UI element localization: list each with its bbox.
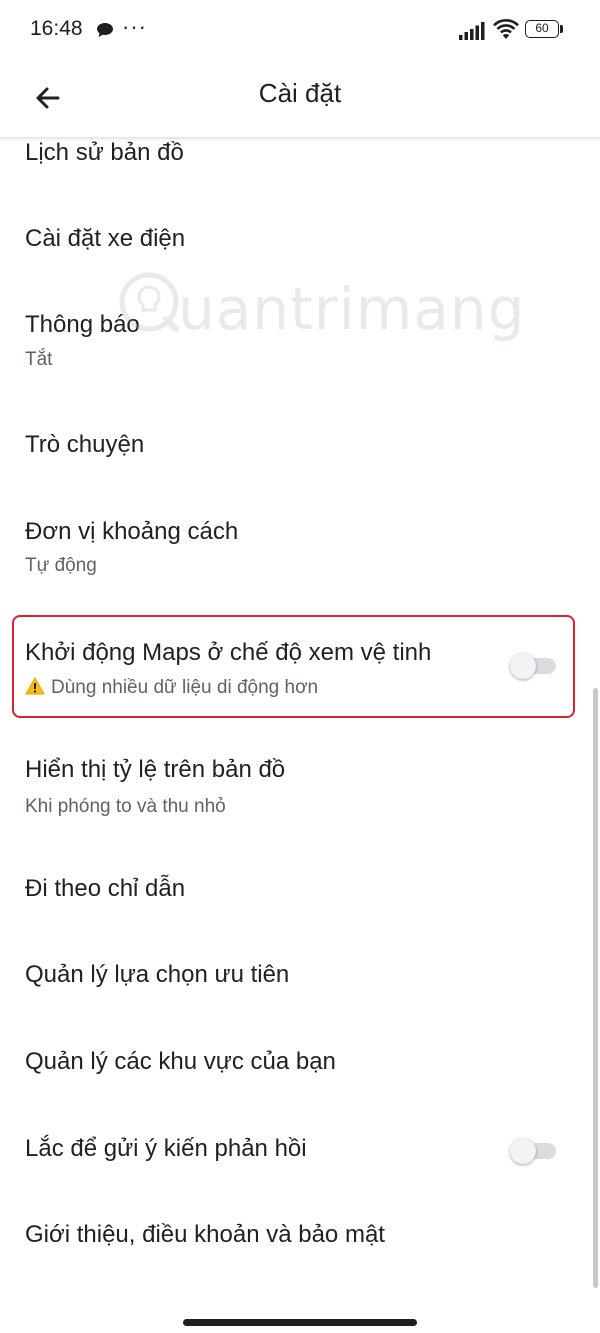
setting-title: Giới thiệu, điều khoản và bảo mật: [25, 1221, 385, 1248]
setting-shake-feedback[interactable]: Lắc để gửi ý kiến phản hồi: [0, 1117, 600, 1193]
toggle-thumb: [510, 1138, 536, 1164]
setting-manage-preferences[interactable]: Quản lý lựa chọn ưu tiên: [0, 943, 600, 1019]
status-time: 16:48: [30, 17, 83, 40]
status-bar: 16:48 ··· 60: [0, 0, 600, 60]
setting-title: Cài đặt xe điện: [25, 225, 186, 252]
home-indicator[interactable]: [183, 1319, 417, 1326]
setting-chat[interactable]: Trò chuyện: [0, 407, 600, 483]
shake-feedback-toggle[interactable]: [510, 1138, 558, 1164]
setting-subtitle: Khi phóng to và thu nhỏ: [25, 796, 226, 817]
setting-title: Quản lý lựa chọn ưu tiên: [25, 961, 290, 988]
setting-about[interactable]: Giới thiệu, điều khoản và bảo mật: [0, 1203, 600, 1279]
satellite-start-toggle[interactable]: [510, 653, 558, 679]
warning-icon: [25, 677, 45, 695]
battery-tip: [560, 25, 563, 33]
setting-title: Đơn vị khoảng cách: [25, 518, 239, 545]
setting-distance-units[interactable]: Đơn vị khoảng cách Tự động: [0, 493, 600, 593]
setting-show-scale[interactable]: Hiển thị tỷ lệ trên bản đồ Khi phóng to …: [0, 741, 600, 841]
more-notifications-indicator: ···: [122, 14, 147, 39]
app-bar: Cài đặt: [0, 60, 600, 137]
setting-title: Đi theo chỉ dẫn: [25, 875, 186, 902]
setting-subtitle: Dùng nhiều dữ liệu di động hơn: [51, 677, 319, 698]
battery-icon: 60: [525, 20, 559, 38]
setting-satellite-start[interactable]: Khởi động Maps ở chế độ xem vệ tinh Dùng…: [0, 617, 600, 715]
setting-subtitle: Tự động: [25, 555, 97, 576]
settings-list[interactable]: Lịch sử bản đồ Cài đặt xe điện Thông báo…: [0, 137, 600, 1333]
scrollbar[interactable]: [593, 688, 598, 1288]
setting-title: Khởi động Maps ở chế độ xem vệ tinh: [25, 639, 432, 666]
setting-ev-settings[interactable]: Cài đặt xe điện: [0, 197, 600, 283]
setting-notifications[interactable]: Thông báo Tắt: [0, 283, 600, 383]
wifi-icon: [493, 19, 519, 39]
setting-title: Lịch sử bản đồ: [25, 139, 184, 166]
setting-map-history[interactable]: Lịch sử bản đồ: [0, 137, 600, 177]
setting-follow-directions[interactable]: Đi theo chỉ dẫn: [0, 857, 600, 933]
setting-title: Lắc để gửi ý kiến phản hồi: [25, 1135, 307, 1162]
setting-manage-areas[interactable]: Quản lý các khu vực của bạn: [0, 1030, 600, 1106]
setting-title: Hiển thị tỷ lệ trên bản đồ: [25, 756, 286, 783]
toggle-thumb: [510, 653, 536, 679]
signal-icon: [459, 22, 485, 40]
setting-title: Thông báo: [25, 311, 140, 338]
setting-title: Trò chuyện: [25, 431, 145, 458]
setting-subtitle: Tắt: [25, 349, 53, 370]
setting-title: Quản lý các khu vực của bạn: [25, 1048, 336, 1075]
setting-subtitle-row: Dùng nhiều dữ liệu di động hơn: [25, 677, 318, 699]
chat-bubble-icon: [97, 23, 113, 37]
page-title: Cài đặt: [258, 78, 342, 108]
